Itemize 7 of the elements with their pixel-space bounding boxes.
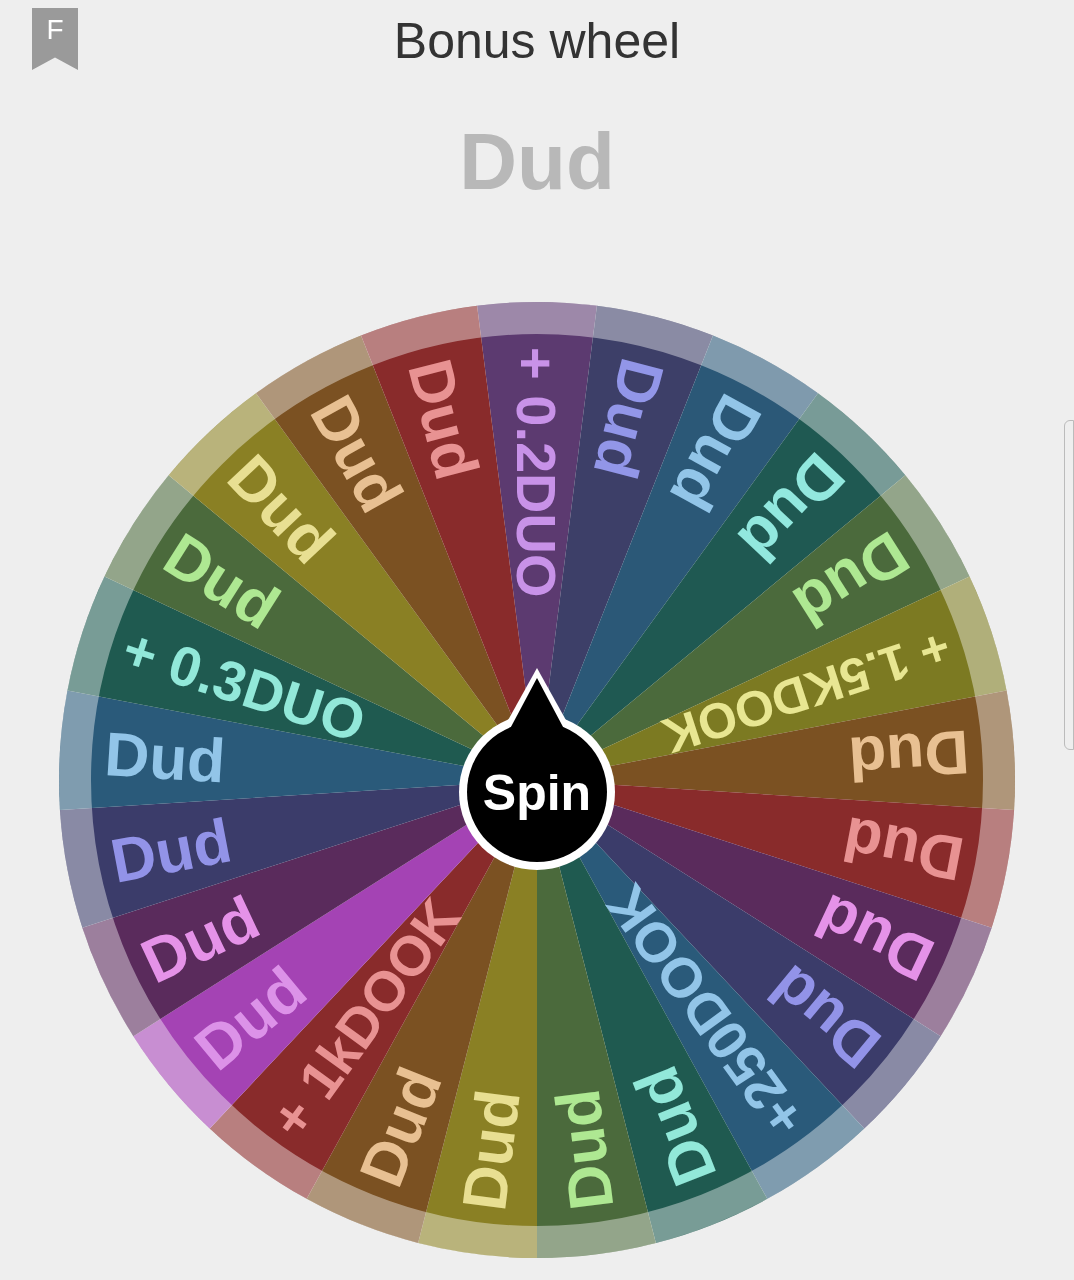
drawer-handle[interactable]: [1064, 420, 1074, 750]
page-title: Bonus wheel: [392, 16, 682, 66]
slice-label: + 0.2DUO: [504, 347, 568, 598]
slice-label: Dud: [449, 1085, 533, 1214]
slice-label: Dud: [837, 803, 969, 895]
slice-label: Dud: [105, 805, 237, 896]
bookmark-letter: F: [46, 16, 64, 47]
